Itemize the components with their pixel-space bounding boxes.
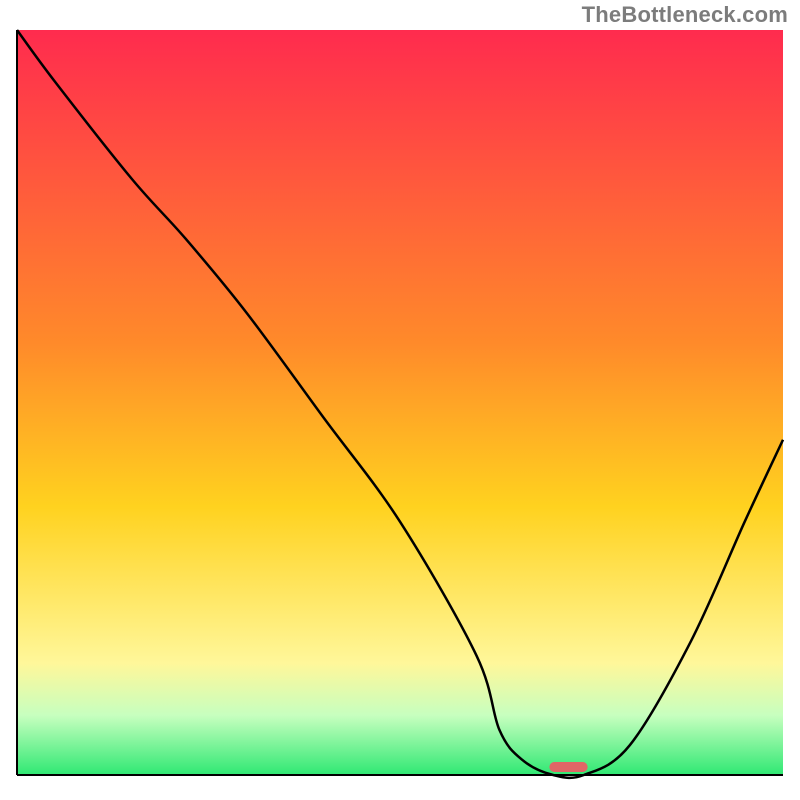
gradient-background: [17, 30, 783, 775]
optimum-marker: [549, 762, 587, 772]
watermark-text: TheBottleneck.com: [582, 2, 788, 28]
chart-stage: TheBottleneck.com: [0, 0, 800, 800]
bottleneck-chart: [0, 0, 800, 800]
